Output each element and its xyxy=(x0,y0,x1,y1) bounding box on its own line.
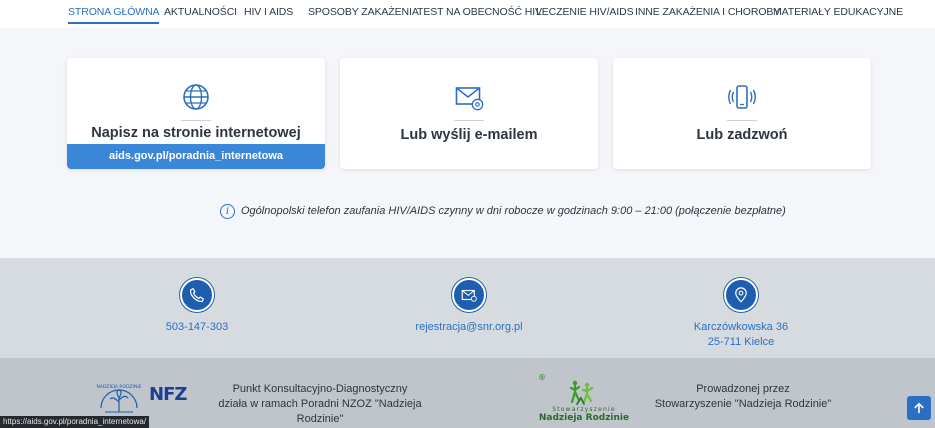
nav-item-news[interactable]: AKTUALNOŚCI xyxy=(164,6,237,22)
svg-text:Nadzieja Rodzinie: Nadzieja Rodzinie xyxy=(539,413,629,422)
card-title: Lub zadzwoń xyxy=(696,127,788,143)
footer-left-line-2: działa w ramach Poradni NZOZ "Nadzieja R… xyxy=(218,398,422,425)
phone-icon xyxy=(180,278,214,312)
contact-email[interactable]: rejestracja@snr.org.pl xyxy=(369,278,569,335)
card-title: Lub wyślij e-mailem xyxy=(400,127,538,143)
hotline-info-text: Ogólnopolski telefon zaufania HIV/AIDS c… xyxy=(241,205,786,217)
snr-logo: ® Stowarzyszenie Nadzieja Rodzinie xyxy=(538,373,629,422)
nav-item-home[interactable]: STRONA GŁÓWNA xyxy=(68,6,160,24)
globe-icon xyxy=(183,84,209,110)
svg-text:Stowarzyszenie: Stowarzyszenie xyxy=(552,406,616,413)
phone-number[interactable]: 503-147-303 xyxy=(97,320,297,335)
phone-vibrate-icon xyxy=(728,85,756,109)
nav-item-infection-routes[interactable]: SPOSOBY ZAKAŻENIA xyxy=(308,6,419,22)
footer-left-text: Punkt Konsultacyjno-Diagnostyczny działa… xyxy=(195,382,445,427)
top-navigation: STRONA GŁÓWNA AKTUALNOŚCI HIV I AIDS SPO… xyxy=(0,0,935,28)
nav-item-treatment[interactable]: LECZENIE HIV/AIDS xyxy=(536,6,634,22)
footer-right-line-2: Stowarzyszenie "Nadzieja Rodzinie" xyxy=(654,398,832,410)
card-phone[interactable]: Lub zadzwoń xyxy=(613,58,871,169)
hotline-info: i Ogólnopolski telefon zaufania HIV/AIDS… xyxy=(220,203,786,219)
info-icon: i xyxy=(220,203,235,219)
location-pin-icon xyxy=(724,278,758,312)
browser-status-url: https://aids.gov.pl/poradnia_internetowa… xyxy=(0,416,150,428)
email-icon xyxy=(452,278,486,312)
contact-section: 503-147-303 rejestracja@snr.org.pl Karcz… xyxy=(0,258,935,358)
footer-right-line-1: Prowadzonej przez xyxy=(696,383,790,395)
card-web-form[interactable]: Napisz na stronie internetowej aids.gov.… xyxy=(67,58,325,169)
card-separator xyxy=(727,120,757,121)
contact-phone[interactable]: 503-147-303 xyxy=(97,278,297,335)
nav-item-hiv-aids[interactable]: HIV I AIDS xyxy=(244,6,293,22)
main-content: Napisz na stronie internetowej aids.gov.… xyxy=(0,28,935,258)
card-separator xyxy=(181,120,211,121)
email-address[interactable]: rejestracja@snr.org.pl xyxy=(369,320,569,335)
card-separator xyxy=(454,120,484,121)
svg-text:®: ® xyxy=(538,373,546,382)
nzoz-logo: NADZIEJA RODZINIE xyxy=(97,384,142,413)
contact-address: Karczówkowska 36 25-711 Kielce xyxy=(641,278,841,350)
footer-right-text: Prowadzonej przez Stowarzyszenie "Nadzie… xyxy=(640,382,846,412)
footer-left-line-1: Punkt Konsultacyjno-Diagnostyczny xyxy=(232,383,408,395)
arrow-up-icon xyxy=(914,402,924,414)
email-at-icon xyxy=(455,87,484,111)
nfz-logo: NFZ xyxy=(149,384,187,405)
address-line-2: 25-711 Kielce xyxy=(707,336,775,348)
nav-item-other-infections[interactable]: INNE ZAKAŻENIA I CHOROBY xyxy=(635,6,780,22)
nav-item-hiv-test[interactable]: TEST NA OBECNOŚĆ HIV xyxy=(417,6,542,22)
nav-item-education-materials[interactable]: MATERIAŁY EDUKACYJNE xyxy=(773,6,903,22)
web-form-link[interactable]: aids.gov.pl/poradnia_internetowa xyxy=(67,144,325,169)
card-email[interactable]: Lub wyślij e-mailem xyxy=(340,58,598,169)
card-title: Napisz na stronie internetowej xyxy=(91,125,301,141)
svg-text:NADZIEJA RODZINIE: NADZIEJA RODZINIE xyxy=(97,384,142,390)
scroll-to-top-button[interactable] xyxy=(907,396,931,420)
address-line-1: Karczówkowska 36 xyxy=(693,321,789,333)
